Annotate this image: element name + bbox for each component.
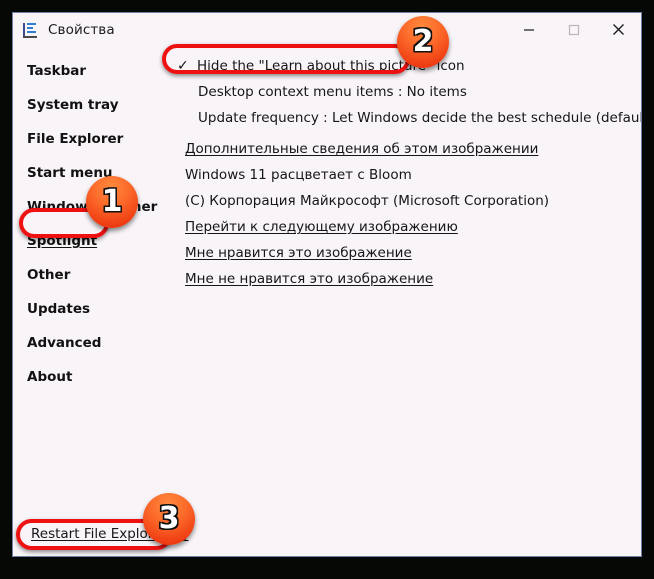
window-title: Свойства [48, 21, 115, 38]
sidebar-item-start-menu[interactable]: Start menu [13, 156, 165, 190]
close-button[interactable] [596, 13, 641, 46]
window-controls [506, 13, 641, 46]
link-label: Мне нравится это изображение [185, 245, 412, 261]
more-info-about-image-link[interactable]: Дополнительные сведения об этом изображе… [165, 136, 641, 162]
sidebar-item-label: About [27, 369, 73, 385]
sidebar-item-label: Other [27, 267, 71, 283]
link-label: Дополнительные сведения об этом изображе… [185, 141, 539, 157]
sidebar-item-updates[interactable]: Updates [13, 292, 165, 326]
checkmark-icon: ✓ [177, 58, 189, 74]
sidebar-item-label: System tray [27, 97, 119, 113]
image-copyright-text: (C) Корпорация Майкрософт (Microsoft Cor… [165, 188, 641, 214]
minimize-icon [523, 28, 534, 31]
like-image-link[interactable]: Мне нравится это изображение [165, 240, 641, 266]
image-title-label: Windows 11 расцветает с Bloom [185, 167, 412, 183]
sidebar-item-label: Start menu [27, 165, 113, 181]
sidebar-item-label: File Explorer [27, 131, 124, 147]
maximize-icon [568, 24, 579, 35]
restart-file-explorer-link[interactable]: Restart File Explorer (*) [31, 526, 188, 542]
sidebar-item-label: Spotlight [27, 233, 98, 249]
link-label: Перейти к следующему изображению [185, 219, 458, 235]
update-frequency-row[interactable]: Update frequency : Let Windows decide th… [165, 105, 642, 131]
link-label: Мне не нравится это изображение [185, 271, 434, 287]
sidebar-item-label: Taskbar [27, 63, 87, 79]
sidebar-item-taskbar[interactable]: Taskbar [13, 54, 165, 88]
sidebar-item-label: Advanced [27, 335, 102, 351]
close-icon [613, 24, 624, 35]
sidebar-item-label: Window switcher [27, 199, 158, 215]
sidebar-item-about[interactable]: About [13, 360, 165, 394]
sidebar-nav: Taskbar System tray File Explorer Start … [13, 46, 165, 556]
properties-window: Свойства Taskbar System tray File Explor… [12, 12, 642, 557]
dislike-image-link[interactable]: Мне не нравится это изображение [165, 266, 641, 292]
sidebar-item-other[interactable]: Other [13, 258, 165, 292]
sidebar-item-label: Updates [27, 301, 91, 317]
spotlight-settings-panel: ✓ Hide the "Learn about this picture" ico… [165, 46, 642, 556]
sidebar-item-advanced[interactable]: Advanced [13, 326, 165, 360]
sidebar-item-window-switcher[interactable]: Window switcher [13, 190, 165, 224]
option-label: Hide the "Learn about this picture" icon [197, 58, 465, 74]
sidebar-item-system-tray[interactable]: System tray [13, 88, 165, 122]
sidebar-item-file-explorer[interactable]: File Explorer [13, 122, 165, 156]
window-title-bar: Свойства [13, 13, 641, 46]
image-copyright-label: (C) Корпорация Майкрософт (Microsoft Cor… [185, 193, 550, 209]
hide-learn-about-picture-option[interactable]: ✓ Hide the "Learn about this picture" ico… [165, 53, 641, 79]
option-label: Update frequency : Let Windows decide th… [198, 110, 642, 126]
minimize-button[interactable] [506, 13, 551, 46]
next-image-link[interactable]: Перейти к следующему изображению [165, 214, 641, 240]
desktop-context-menu-items-row[interactable]: Desktop context menu items : No items [165, 79, 641, 105]
properties-list-icon [23, 22, 39, 38]
sidebar-item-spotlight[interactable]: Spotlight [13, 224, 165, 258]
maximize-button[interactable] [551, 13, 596, 46]
image-title-text: Windows 11 расцветает с Bloom [165, 162, 641, 188]
option-label: Desktop context menu items : No items [198, 84, 467, 100]
screenshot-outer-frame: Свойства Taskbar System tray File Explor… [0, 0, 654, 579]
